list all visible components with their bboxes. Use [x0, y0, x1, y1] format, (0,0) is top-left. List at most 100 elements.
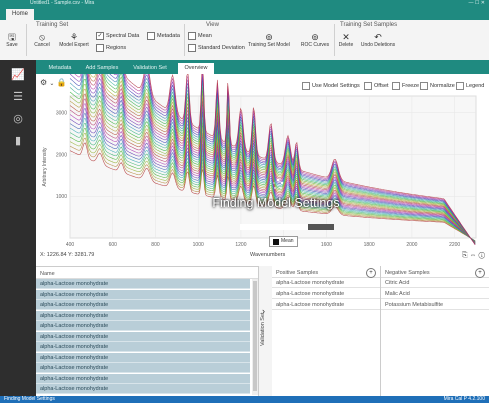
loading-overlay: Finding Model Settings — [186, 196, 366, 210]
mean-label: Mean — [198, 33, 212, 39]
cancel-label: Cancel — [34, 42, 50, 48]
sample-row[interactable]: alpha-Lactose monohydrate — [36, 363, 250, 373]
x-tick-label: 1000 — [193, 242, 204, 248]
tab-add-samples[interactable]: Add Samples — [82, 63, 122, 74]
sample-row[interactable]: alpha-Lactose monohydrate — [36, 352, 250, 363]
positive-samples-panel: Positive Samples + alpha-Lactose monohyd… — [272, 266, 381, 396]
offset-checkbox[interactable]: Offset — [364, 82, 389, 90]
cancel-button[interactable]: ⦸ Cancel — [32, 32, 52, 48]
tab-overview[interactable]: Overview — [178, 63, 214, 74]
tab-validation-set[interactable]: Validation Set — [126, 63, 174, 74]
chart-legend: Mean — [269, 236, 298, 247]
add-negative-icon[interactable]: + — [475, 268, 485, 278]
book-icon[interactable]: ▮ — [10, 134, 26, 148]
lock-icon[interactable]: 🔒 — [57, 78, 67, 87]
undo-deletions-label: Undo Deletions — [360, 42, 396, 48]
sample-row[interactable]: alpha-Lactose monohydrate — [36, 331, 250, 342]
positive-sample-row[interactable]: alpha-Lactose monohydrate — [272, 289, 380, 299]
x-tick-label: 1200 — [235, 242, 246, 248]
negative-sample-row[interactable]: Malic Acid — [381, 289, 489, 299]
checkmark-icon: ✓ — [96, 32, 104, 40]
settings-icon[interactable]: ⚙ — [40, 78, 47, 87]
cancel-icon: ⦸ — [39, 32, 45, 42]
y-axis-title: Arbitrary Intensity — [42, 147, 48, 186]
metadata-checkbox[interactable]: Metadata — [147, 32, 180, 40]
sample-row[interactable]: alpha-Lactose monohydrate — [36, 289, 250, 300]
info-icon[interactable]: ⓘ — [478, 252, 485, 259]
standard-deviation-checkbox[interactable]: Standard Deviation — [188, 44, 245, 52]
mean-checkbox[interactable]: Mean — [188, 32, 212, 40]
tab-metadata[interactable]: Metadata — [42, 63, 78, 74]
list-icon[interactable]: ☰ — [10, 90, 26, 104]
save-label: Save — [6, 42, 18, 48]
normalize-label: Normalize — [430, 83, 455, 89]
negative-sample-row[interactable]: Citric Acid — [381, 278, 489, 288]
sample-list-header[interactable]: Name — [36, 269, 258, 279]
window-title: Untitled1 - Sample.csv - Mira — [30, 0, 95, 6]
status-message: Finding Model Settings — [4, 396, 55, 402]
chart-icon[interactable]: 📈 — [10, 68, 26, 82]
tab-home[interactable]: Home — [6, 9, 34, 20]
delete-button[interactable]: ✕ Delete — [336, 32, 356, 48]
arrows-icon[interactable]: ⇔ — [470, 252, 477, 259]
normalize-checkbox[interactable]: Normalize — [420, 82, 455, 90]
legend-checkbox[interactable]: Legend — [456, 82, 484, 90]
undo-deletions-button[interactable]: ↶ Undo Deletions — [358, 32, 398, 48]
loading-progress-bar — [240, 224, 334, 230]
ribbon-divider — [334, 24, 335, 56]
save-button[interactable]: 🖫 Save — [2, 32, 22, 48]
legend-swatch — [273, 238, 279, 245]
roc-curves-button[interactable]: ⊚ ROC Curves — [298, 32, 332, 48]
training-set-model-label: Training Set Model — [248, 42, 290, 48]
group-title-view: View — [206, 22, 219, 28]
y-tick-label: 1000 — [56, 194, 67, 200]
fingerprint-icon[interactable]: ◎ — [10, 112, 26, 126]
standard-deviation-label: Standard Deviation — [198, 45, 245, 51]
sample-list: Name alpha-Lactose monohydrate alpha-Lact… — [36, 266, 258, 397]
sample-row[interactable]: alpha-Lactose monohydrate — [36, 384, 250, 394]
x-tick-label: 2200 — [449, 242, 460, 248]
title-bar: Untitled1 - Sample.csv - Mira — ☐ ✕ — [0, 0, 489, 7]
scrollbar-thumb[interactable] — [253, 281, 257, 391]
sample-row[interactable]: alpha-Lactose monohydrate — [36, 279, 250, 289]
model-expert-icon: ⚘ — [69, 32, 79, 42]
sample-row[interactable]: alpha-Lactose monohydrate — [36, 321, 250, 331]
regions-label: Regions — [106, 45, 127, 51]
loading-message: Finding Model Settings — [212, 196, 340, 210]
model-expert-button[interactable]: ⚘ Model Expert — [56, 32, 92, 48]
freeze-checkbox[interactable]: Freeze — [392, 82, 419, 90]
x-tick-label: 400 — [66, 242, 75, 248]
plot-toolbar: ⚙ ⌄ 🔒 — [40, 78, 67, 87]
version-label: Mira Cal P 4.2.100 — [443, 396, 485, 402]
loading-progress-fill — [240, 224, 308, 230]
status-bar: Finding Model Settings Mira Cal P 4.2.10… — [0, 396, 489, 403]
sample-row[interactable]: alpha-Lactose monohydrate — [36, 342, 250, 352]
sample-row[interactable]: alpha-Lactose monohydrate — [36, 310, 250, 321]
ribbon: Training Set View Training Set Samples 🖫… — [0, 20, 489, 61]
chevron-down-icon[interactable]: ⌄ — [49, 81, 54, 87]
training-set-model-button[interactable]: ⊚ Training Set Model — [244, 32, 294, 48]
spectral-data-label: Spectral Data — [106, 33, 140, 39]
add-positive-icon[interactable]: + — [366, 268, 376, 278]
x-tick-label: 800 — [151, 242, 160, 248]
coordinate-readout: X: 1226.84 Y: 3281.79 — [40, 252, 95, 258]
save-icon: 🖫 — [8, 32, 16, 42]
sidebar: 📈 ☰ ◎ ▮ — [0, 60, 36, 398]
x-axis-title: Wavenumbers — [250, 252, 286, 258]
x-tick-label: 1800 — [364, 242, 375, 248]
positive-sample-row[interactable]: alpha-Lactose monohydrate — [272, 278, 380, 288]
plot-panel: 4006008001000120014001600180020002200100… — [36, 74, 489, 266]
y-tick-label: 2000 — [56, 152, 67, 158]
regions-checkbox[interactable]: Regions — [96, 44, 126, 52]
sample-row[interactable]: alpha-Lactose monohydrate — [36, 373, 250, 384]
window-controls[interactable]: — ☐ ✕ — [469, 0, 485, 7]
use-model-settings-checkbox[interactable]: Use Model Settings — [302, 82, 360, 90]
export-icon[interactable]: ⎘ — [462, 252, 468, 259]
spectral-data-checkbox[interactable]: ✓ Spectral Data — [96, 32, 139, 40]
positive-sample-row[interactable]: alpha-Lactose monohydrate — [272, 300, 380, 310]
negative-sample-row[interactable]: Potassium Metabisulfite — [381, 300, 489, 310]
use-model-settings-label: Use Model Settings — [312, 83, 360, 89]
validation-set-label: Validation Set — [260, 312, 266, 346]
sample-row[interactable]: alpha-Lactose monohydrate — [36, 300, 250, 310]
legend-label: Legend — [466, 83, 485, 89]
